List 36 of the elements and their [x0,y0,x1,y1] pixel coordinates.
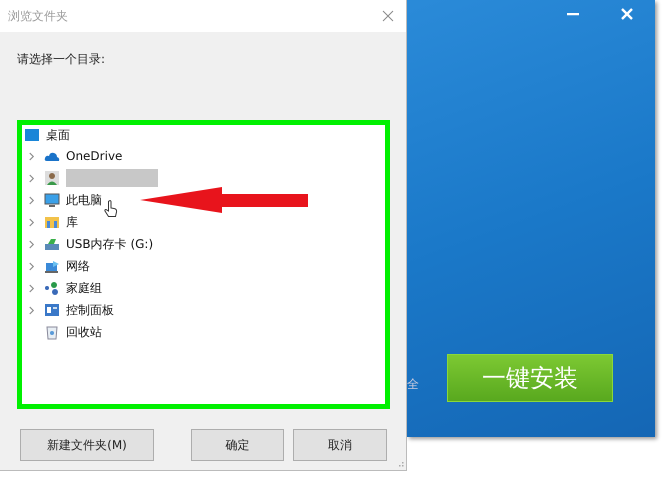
tree-item[interactable]: USB内存卡 (G:) [66,236,154,252]
tree-item[interactable]: 控制面板 [66,302,114,318]
expand-chevron-icon[interactable] [28,196,35,204]
tree-item[interactable]: 家庭组 [66,280,102,296]
close-icon[interactable] [382,10,394,22]
cancel-button[interactable]: 取消 [293,429,387,461]
hand-cursor-icon [104,200,118,218]
homegroup-icon [44,280,60,296]
desktop-icon [24,127,40,143]
network-icon [44,258,60,274]
minimize-icon[interactable] [565,12,581,16]
expand-chevron-icon[interactable] [28,174,35,182]
expand-chevron-icon[interactable] [28,262,35,270]
tree-item[interactable]: 此电脑 [66,192,102,208]
expand-chevron-icon[interactable] [28,218,35,226]
tree-item[interactable]: 库 [66,214,78,230]
library-icon [44,214,60,230]
prompt-label: 请选择一个目录: [17,51,106,68]
expand-chevron-icon[interactable] [28,284,35,292]
expand-chevron-icon[interactable] [28,152,35,160]
window-title: 浏览文件夹 [8,8,68,24]
recycle-bin-icon [44,324,60,340]
expand-chevron-icon[interactable] [28,240,35,248]
tree-item[interactable]: OneDrive [66,149,122,163]
partial-text: 全 [407,376,419,393]
tree-item[interactable]: 网络 [66,258,90,274]
person-icon [44,170,60,186]
ok-button[interactable]: 确定 [191,429,284,461]
resize-grip-icon[interactable] [396,460,404,468]
control-panel-icon [44,302,60,318]
new-folder-button[interactable]: 新建文件夹(M) [20,429,154,461]
tree-item[interactable]: 回收站 [66,324,102,340]
tree-item[interactable]: 桌面 [46,126,70,144]
expand-chevron-icon[interactable] [28,306,35,314]
drive-icon [44,236,60,252]
monitor-icon [44,192,60,208]
